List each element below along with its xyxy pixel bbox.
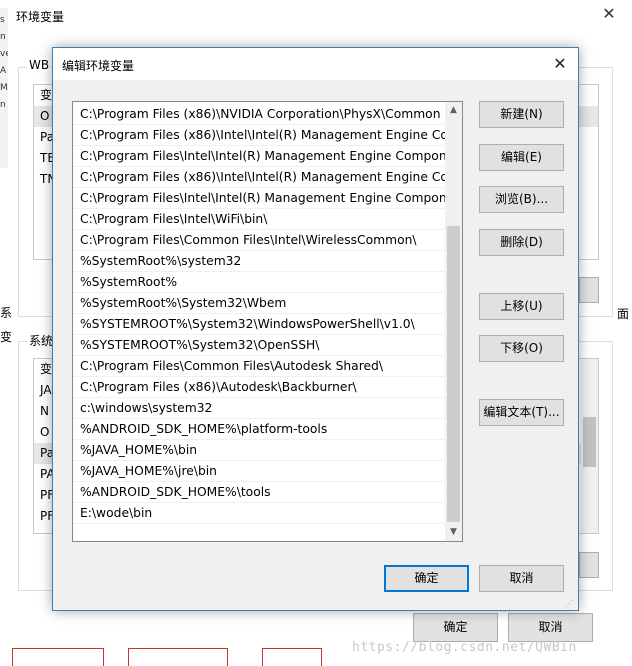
bg-edge-label: 面 [617, 307, 630, 321]
bg-left-text: A [0, 66, 7, 76]
cancel-button[interactable]: 取消 [479, 565, 564, 592]
list-item[interactable]: C:\Program Files (x86)\Intel\Intel(R) Ma… [73, 125, 445, 146]
ok-button[interactable]: 确定 [384, 565, 469, 592]
move-up-button[interactable]: 上移(U) [479, 293, 564, 320]
edit-button[interactable]: 编辑(E) [479, 144, 564, 171]
scroll-up-icon[interactable]: ▲ [445, 102, 462, 119]
list-item[interactable]: %SYSTEMROOT%\System32\OpenSSH\ [73, 335, 445, 356]
browse-button[interactable]: 浏览(B)... [479, 186, 564, 213]
list-item[interactable]: %SystemRoot% [73, 272, 445, 293]
bg-left-text: s [0, 15, 5, 25]
bg-taskbar-tab [128, 648, 228, 666]
bg-cancel-button[interactable]: 取消 [508, 613, 593, 642]
edit-text-button[interactable]: 编辑文本(T)... [479, 399, 564, 426]
close-icon[interactable]: ✕ [549, 54, 571, 74]
list-item[interactable]: %ANDROID_SDK_HOME%\tools [73, 482, 445, 503]
bg-close-icon[interactable]: ✕ [600, 4, 618, 24]
bg-user-button[interactable] [579, 277, 599, 303]
list-item[interactable]: C:\Program Files\Common Files\Autodesk S… [73, 356, 445, 377]
bg-taskbar-tab [262, 648, 322, 666]
move-down-button[interactable]: 下移(O) [479, 335, 564, 362]
user-variables-label: WB [27, 58, 52, 72]
system-variables-label: 系统 [27, 332, 56, 349]
bg-left-text: ve [0, 49, 8, 59]
list-item[interactable]: %SystemRoot%\system32 [73, 251, 445, 272]
list-item[interactable]: C:\Program Files\Intel\Intel(R) Manageme… [73, 188, 445, 209]
bg-edge-label: 变 [0, 330, 13, 344]
system-list-scrollbar[interactable] [581, 359, 598, 533]
bg-ok-button[interactable]: 确定 [413, 613, 498, 642]
resize-grip-icon[interactable]: ⋰ [565, 598, 576, 609]
scroll-down-icon[interactable]: ▼ [445, 524, 462, 541]
list-item[interactable]: C:\Program Files (x86)\NVIDIA Corporatio… [73, 104, 445, 125]
bg-window-title: 环境变量 [16, 10, 65, 24]
list-item[interactable]: c:\windows\system32 [73, 398, 445, 419]
watermark: https://blog.csdn.net/QWBin [352, 640, 577, 655]
list-item[interactable]: %SYSTEMROOT%\System32\WindowsPowerShell\… [73, 314, 445, 335]
new-button[interactable]: 新建(N) [479, 101, 564, 128]
list-item[interactable]: %SystemRoot%\System32\Wbem [73, 293, 445, 314]
dialog-title: 编辑环境变量 [62, 59, 135, 73]
list-item[interactable]: E:\wode\bin [73, 503, 445, 524]
list-item[interactable]: C:\Program Files (x86)\Autodesk\Backburn… [73, 377, 445, 398]
bg-left-partial-window: s n ve A M n [0, 8, 8, 168]
bg-edge-label: 系 [0, 306, 13, 320]
list-item[interactable]: C:\Program Files (x86)\Intel\Intel(R) Ma… [73, 167, 445, 188]
edit-environment-variable-dialog: 编辑环境变量 ✕ C:\Program Files (x86)\NVIDIA C… [52, 47, 579, 611]
bg-system-button[interactable] [579, 552, 599, 578]
bg-left-text: M [0, 83, 8, 93]
scrollbar-thumb[interactable] [583, 417, 596, 467]
bg-title-bar: 环境变量 ✕ [0, 0, 632, 30]
list-item[interactable]: C:\Program Files\Common Files\Intel\Wire… [73, 230, 445, 251]
bg-taskbar-tab [12, 648, 104, 666]
bg-left-text: n [0, 32, 6, 42]
list-item[interactable]: C:\Program Files\Intel\Intel(R) Manageme… [73, 146, 445, 167]
bg-left-text: n [0, 100, 6, 110]
list-item[interactable]: %JAVA_HOME%\bin [73, 440, 445, 461]
dialog-title-bar: 编辑环境变量 ✕ [53, 48, 578, 80]
list-item[interactable]: C:\Program Files\Intel\WiFi\bin\ [73, 209, 445, 230]
scrollbar-thumb[interactable] [447, 226, 460, 522]
path-rows: C:\Program Files (x86)\NVIDIA Corporatio… [73, 104, 445, 524]
list-item[interactable]: %JAVA_HOME%\jre\bin [73, 461, 445, 482]
delete-button[interactable]: 删除(D) [479, 229, 564, 256]
path-list[interactable]: C:\Program Files (x86)\NVIDIA Corporatio… [72, 101, 463, 542]
path-list-scrollbar[interactable]: ▲ ▼ [445, 102, 462, 541]
list-item[interactable]: %ANDROID_SDK_HOME%\platform-tools [73, 419, 445, 440]
